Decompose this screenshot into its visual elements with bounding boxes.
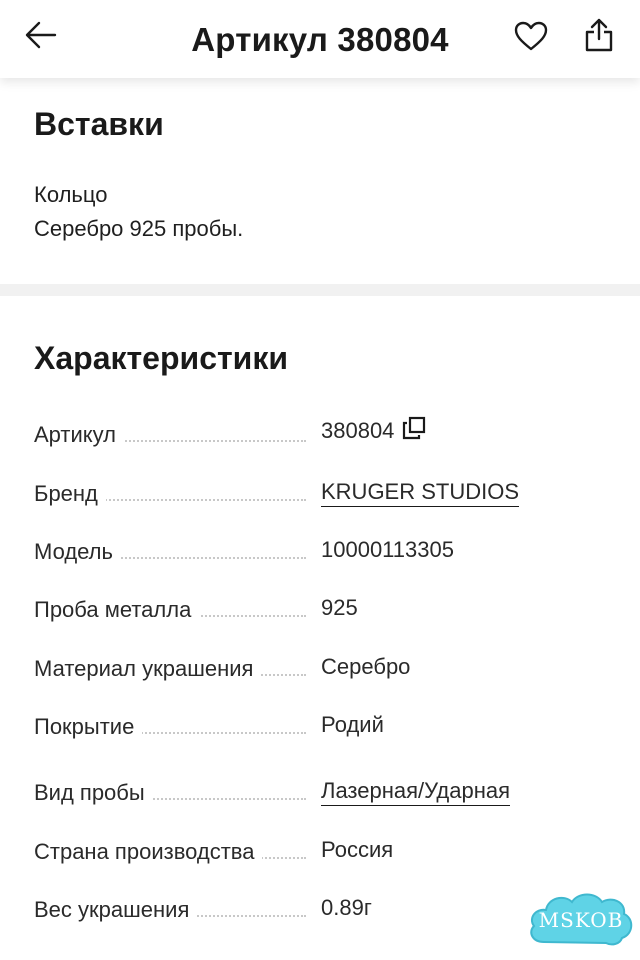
characteristics-section: Характеристики Артикул 380804 Бренд KRUG… (0, 296, 640, 960)
spec-label: Страна производства (34, 839, 263, 865)
spec-value-article: 380804 (321, 416, 426, 446)
spec-label: Бренд (34, 481, 106, 507)
spec-row-fineness: Проба металла 925 (34, 583, 614, 623)
brand-link[interactable]: KRUGER STUDIOS (321, 479, 520, 507)
inserts-line-1: Кольцо (34, 182, 108, 207)
inserts-line-2: Серебро 925 пробы. (34, 216, 244, 241)
spec-row-coating: Покрытие Родий (34, 700, 614, 740)
spec-value: 10000113305 (321, 537, 454, 562)
spec-value: Россия (321, 837, 394, 862)
article-number: 380804 (321, 418, 395, 443)
arrow-left-icon (25, 21, 57, 49)
back-button[interactable] (18, 14, 64, 56)
spec-label: Модель (34, 539, 121, 565)
spec-row-hallmark-type: Вид пробы Лазерная/Ударная (34, 766, 614, 806)
watermark-badge: MSKOB (526, 888, 636, 952)
share-button[interactable] (576, 12, 622, 58)
watermark-text: MSKOB (538, 908, 624, 932)
spec-label: Материал украшения (34, 656, 262, 682)
spec-label: Проба металла (34, 597, 200, 623)
characteristics-title: Характеристики (34, 340, 289, 376)
spec-label: Артикул (34, 422, 125, 448)
spec-label: Покрытие (34, 714, 143, 740)
spec-label: Вес украшения (34, 897, 198, 923)
spec-label: Вид пробы (34, 780, 153, 806)
inserts-description: Кольцо Серебро 925 пробы. (34, 178, 243, 246)
heart-icon (514, 21, 548, 51)
spec-row-article: Артикул 380804 (34, 408, 614, 448)
favorite-button[interactable] (508, 14, 554, 58)
section-divider (0, 284, 640, 296)
spec-value: Родий (321, 712, 384, 737)
spec-row-country: Страна производства Россия (34, 825, 614, 865)
inserts-section: Вставки Кольцо Серебро 925 пробы. (0, 78, 640, 284)
inserts-title: Вставки (34, 106, 164, 142)
spec-value: 0.89г (321, 895, 372, 920)
share-icon (585, 18, 613, 52)
spec-row-model: Модель 10000113305 (34, 525, 614, 565)
spec-value: Серебро (321, 654, 411, 679)
page-title: Артикул 380804 (191, 21, 449, 58)
spec-value: 925 (321, 595, 358, 620)
spec-row-material: Материал украшения Серебро (34, 642, 614, 682)
hallmark-type-link[interactable]: Лазерная/Ударная (321, 778, 511, 806)
copy-icon[interactable] (402, 416, 426, 446)
spec-row-brand: Бренд KRUGER STUDIOS (34, 467, 614, 507)
app-header: Артикул 380804 (0, 0, 640, 78)
